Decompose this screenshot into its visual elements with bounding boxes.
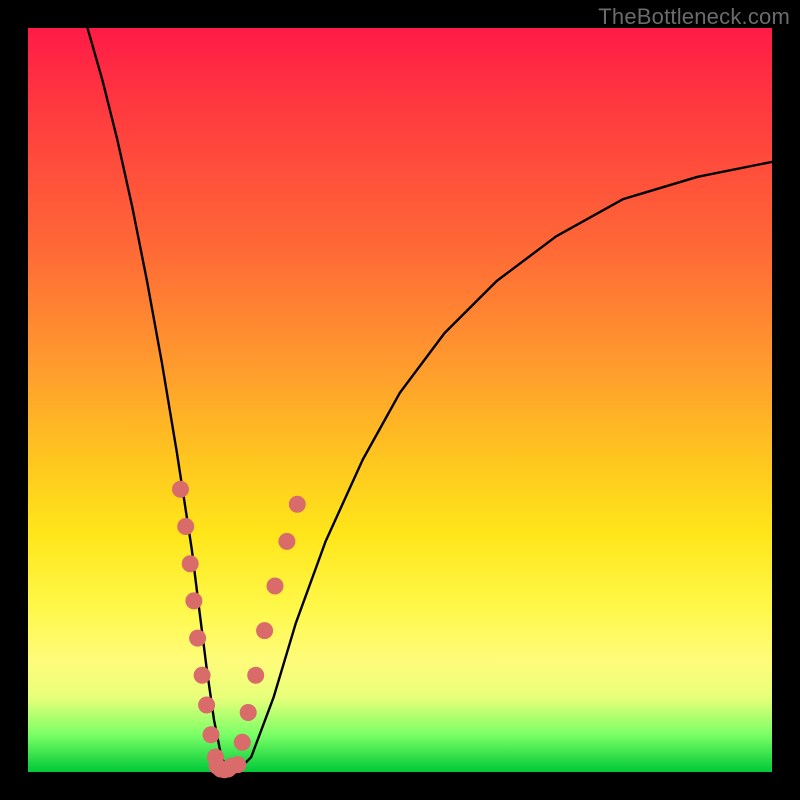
- bottleneck-curve: [88, 28, 773, 772]
- chart-frame: TheBottleneck.com: [0, 0, 800, 800]
- data-dot: [279, 533, 295, 549]
- watermark-text: TheBottleneck.com: [598, 4, 790, 30]
- data-dot: [234, 734, 250, 750]
- data-dot: [199, 697, 215, 713]
- plot-area: [28, 28, 772, 772]
- data-dot: [257, 623, 273, 639]
- data-dot: [190, 630, 206, 646]
- data-dot: [178, 519, 194, 535]
- bottleneck-svg: [28, 28, 772, 772]
- data-dot: [203, 727, 219, 743]
- data-dot: [182, 556, 198, 572]
- data-dot: [267, 578, 283, 594]
- data-dot: [248, 667, 264, 683]
- data-dot: [173, 481, 189, 497]
- data-dot: [240, 705, 256, 721]
- data-dot: [186, 593, 202, 609]
- data-dot: [194, 667, 210, 683]
- data-dot: [224, 758, 240, 774]
- data-dots-group: [173, 481, 306, 778]
- data-dot: [289, 496, 305, 512]
